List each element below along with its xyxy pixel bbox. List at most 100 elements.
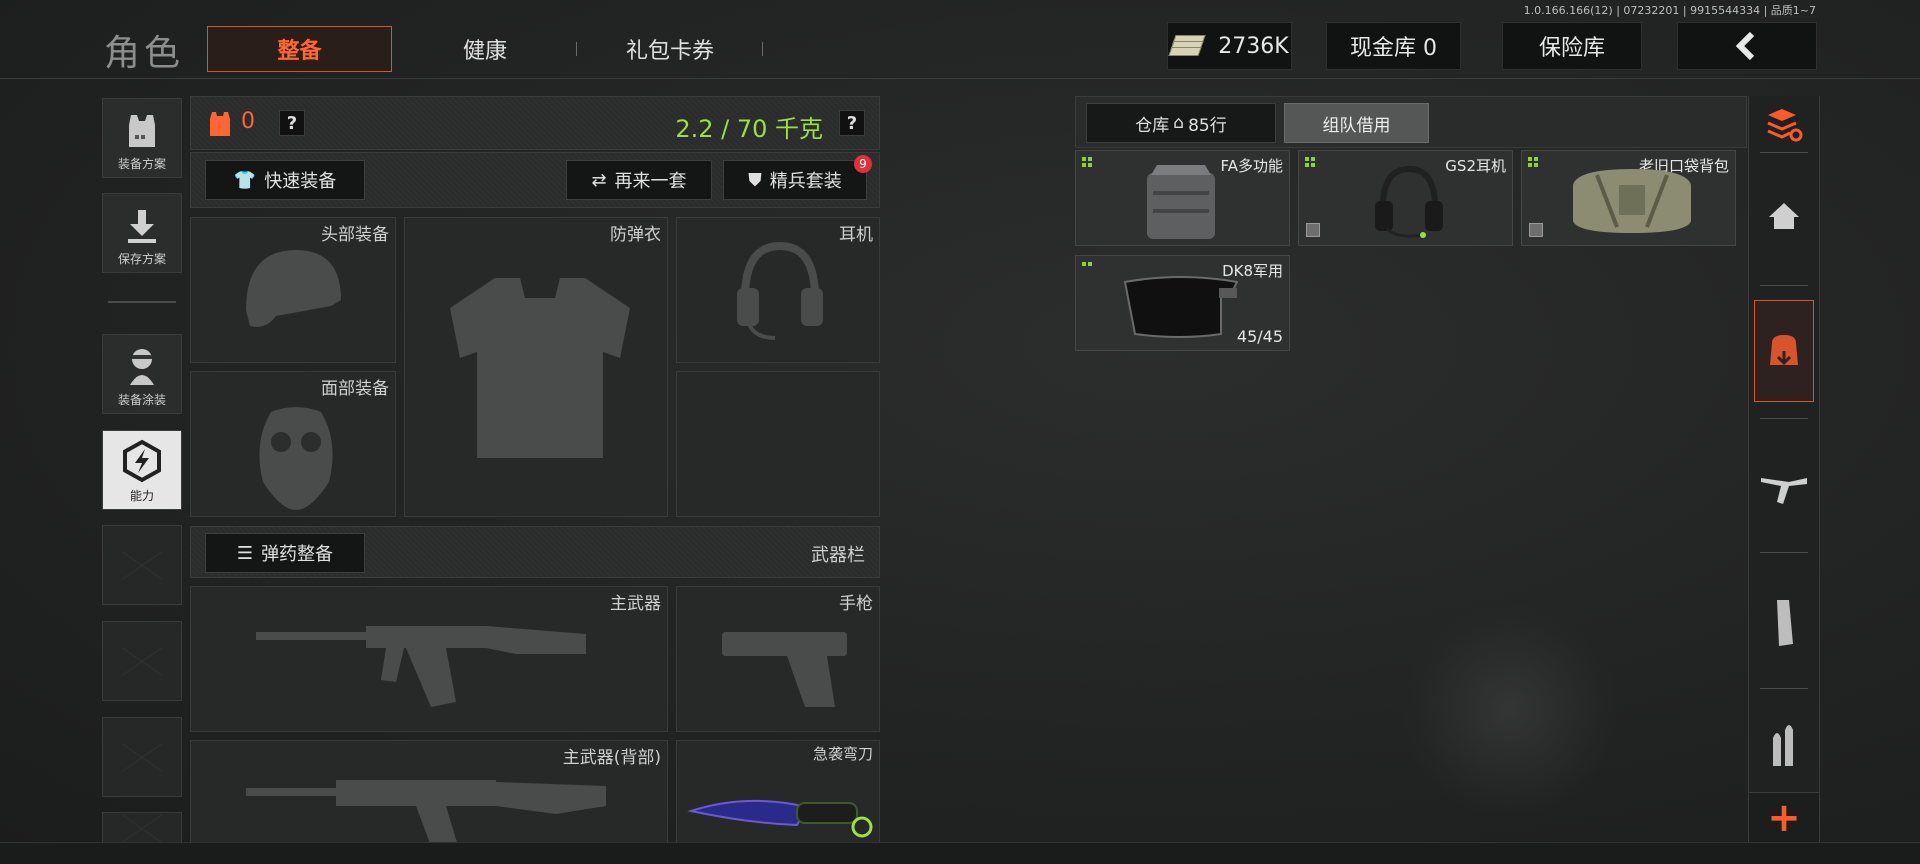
sidebar-divider <box>1760 152 1808 153</box>
soldier-icon <box>130 349 154 385</box>
add-button[interactable]: + <box>1748 792 1820 844</box>
armor-help-button[interactable]: ? <box>279 110 305 136</box>
warehouse-label: 仓库 <box>1135 115 1170 136</box>
quick-equip-button[interactable]: 👕 快速装备 <box>205 160 365 200</box>
chevron-left-icon <box>1735 31 1755 61</box>
ability-label: 能力 <box>129 489 154 503</box>
save-plan-button[interactable]: 保存方案 <box>102 193 182 273</box>
loadout-plan-button[interactable]: 装备方案 <box>102 98 182 178</box>
ammo-prep-button[interactable]: ☰ 弹药整备 <box>205 533 365 573</box>
rifle-icon <box>1761 478 1807 504</box>
empty-sidebar-slot <box>102 621 182 701</box>
sort-button[interactable] <box>1754 100 1814 150</box>
shirt-icon: 👕 <box>233 169 257 191</box>
magazine-icon <box>1777 600 1793 646</box>
category-weapons-button[interactable] <box>1754 440 1814 536</box>
vest-slot[interactable]: 防弹衣 <box>404 217 668 517</box>
loadout-actions-bar: 👕 快速装备 ⇄ 再来一套 ⛊ 精兵套装 9 <box>190 152 880 208</box>
sort-icon <box>1767 109 1803 142</box>
pistol-slot[interactable]: 手枪 <box>676 586 880 732</box>
header-divider <box>0 78 1920 79</box>
vault-button[interactable]: 保险库 <box>1502 22 1642 70</box>
empty-sidebar-slot <box>102 717 182 797</box>
elite-set-button[interactable]: ⛊ 精兵套装 9 <box>723 155 872 200</box>
save-plan-label: 保存方案 <box>117 252 166 266</box>
page-title: 角色 <box>104 33 185 74</box>
item-name: GS2耳机 <box>1445 157 1506 175</box>
ammo-prep-label: 弹药整备 <box>261 544 334 565</box>
primary-weapon-slot[interactable]: 主武器 <box>190 586 668 732</box>
empty-gear-slot[interactable] <box>676 371 880 517</box>
tab-team-borrow[interactable]: 组队借用 <box>1284 103 1429 143</box>
face-gear-label: 面部装备 <box>321 379 389 399</box>
pistol-label: 手枪 <box>839 594 873 614</box>
weapon-bar-label: 武器栏 <box>811 545 865 566</box>
money-value: 2736K <box>1218 33 1289 59</box>
tab-health[interactable]: 健康 <box>420 26 550 72</box>
backpack-icon <box>1770 335 1798 366</box>
category-ammo-button[interactable] <box>1754 705 1814 785</box>
weight-help-button[interactable]: ? <box>839 110 865 136</box>
bottom-bar <box>0 842 1920 864</box>
armor-icon <box>210 112 230 136</box>
head-gear-slot[interactable]: 头部装备 <box>190 217 396 363</box>
gas-mask-icon <box>259 407 333 510</box>
category-gear-button[interactable] <box>1754 300 1814 402</box>
sidebar-divider <box>1760 688 1808 689</box>
empty-sidebar-slot <box>102 525 182 605</box>
category-magazines-button[interactable] <box>1754 575 1814 671</box>
vest-icon <box>129 115 155 147</box>
elite-set-label: 精兵套装 <box>769 171 842 192</box>
karambit-icon <box>687 799 873 838</box>
quick-equip-label: 快速装备 <box>264 171 337 192</box>
plus-icon: + <box>1767 795 1801 841</box>
headset-icon <box>737 241 823 340</box>
tab-divider <box>576 42 577 56</box>
warehouse-rows: 85行 <box>1188 115 1227 136</box>
headset-label: 耳机 <box>839 225 873 245</box>
ammo-list-icon: ☰ <box>236 542 254 564</box>
tab-divider <box>762 42 763 56</box>
money-display[interactable]: 2736K <box>1167 22 1292 70</box>
stash-item[interactable]: 老旧口袋背包 <box>1521 150 1736 246</box>
equip-again-button[interactable]: ⇄ 再来一套 <box>566 160 712 200</box>
headset-slot[interactable]: 耳机 <box>676 217 880 363</box>
version-label: 1.0.166.166(12) | 07232201 | 9915544334 … <box>1523 4 1816 17</box>
face-shield-icon <box>1123 276 1239 338</box>
weight-display: 2.2 / 70 千克 <box>675 115 823 143</box>
equipment-skin-button[interactable]: 装备涂装 <box>102 334 182 414</box>
back-weapon-label: 主武器(背部) <box>562 748 661 768</box>
cash-bank-button[interactable]: 现金库 0 <box>1326 22 1461 70</box>
headset-item-icon <box>1375 165 1443 238</box>
home-icon <box>1769 203 1799 229</box>
face-gear-slot[interactable]: 面部装备 <box>190 371 396 517</box>
armor-count: 0 <box>241 109 255 134</box>
shield-icon: ⛊ <box>748 169 762 191</box>
category-all-button[interactable] <box>1754 190 1814 242</box>
hex-bolt-icon <box>123 439 161 483</box>
elite-badge: 9 <box>854 155 872 173</box>
armor-rig-icon <box>1147 165 1215 239</box>
loadout-status-bar: 0 ? 2.2 / 70 千克 ? <box>190 96 880 150</box>
loadout-plan-label: 装备方案 <box>117 157 166 171</box>
tab-gift-cards[interactable]: 礼包卡券 <box>600 26 740 72</box>
tab-warehouse[interactable]: 仓库 ⌂ 85行 <box>1086 103 1276 143</box>
equip-again-label: 再来一套 <box>614 171 687 192</box>
stash-item[interactable]: FA多功能 <box>1075 150 1290 246</box>
grade-icon <box>1082 262 1092 272</box>
ability-button[interactable]: 能力 <box>102 430 182 510</box>
primary-weapon-label: 主武器 <box>610 594 661 614</box>
home-icon: ⌂ <box>1173 113 1185 133</box>
grade-icon <box>1528 157 1538 167</box>
grade-icon <box>1082 157 1092 167</box>
stash-item[interactable]: DK8军用 45/45 <box>1075 255 1290 351</box>
back-button[interactable] <box>1677 22 1817 70</box>
melee-slot[interactable]: 急袭弯刀 <box>676 740 880 844</box>
box-icon <box>1306 223 1320 237</box>
sidebar-divider <box>1760 552 1808 553</box>
refresh-icon: ⇄ <box>591 169 607 191</box>
tab-equip[interactable]: 整备 <box>207 26 392 72</box>
download-icon <box>128 210 156 243</box>
back-weapon-slot[interactable]: 主武器(背部) <box>190 740 668 846</box>
stash-item[interactable]: GS2耳机 <box>1298 150 1513 246</box>
